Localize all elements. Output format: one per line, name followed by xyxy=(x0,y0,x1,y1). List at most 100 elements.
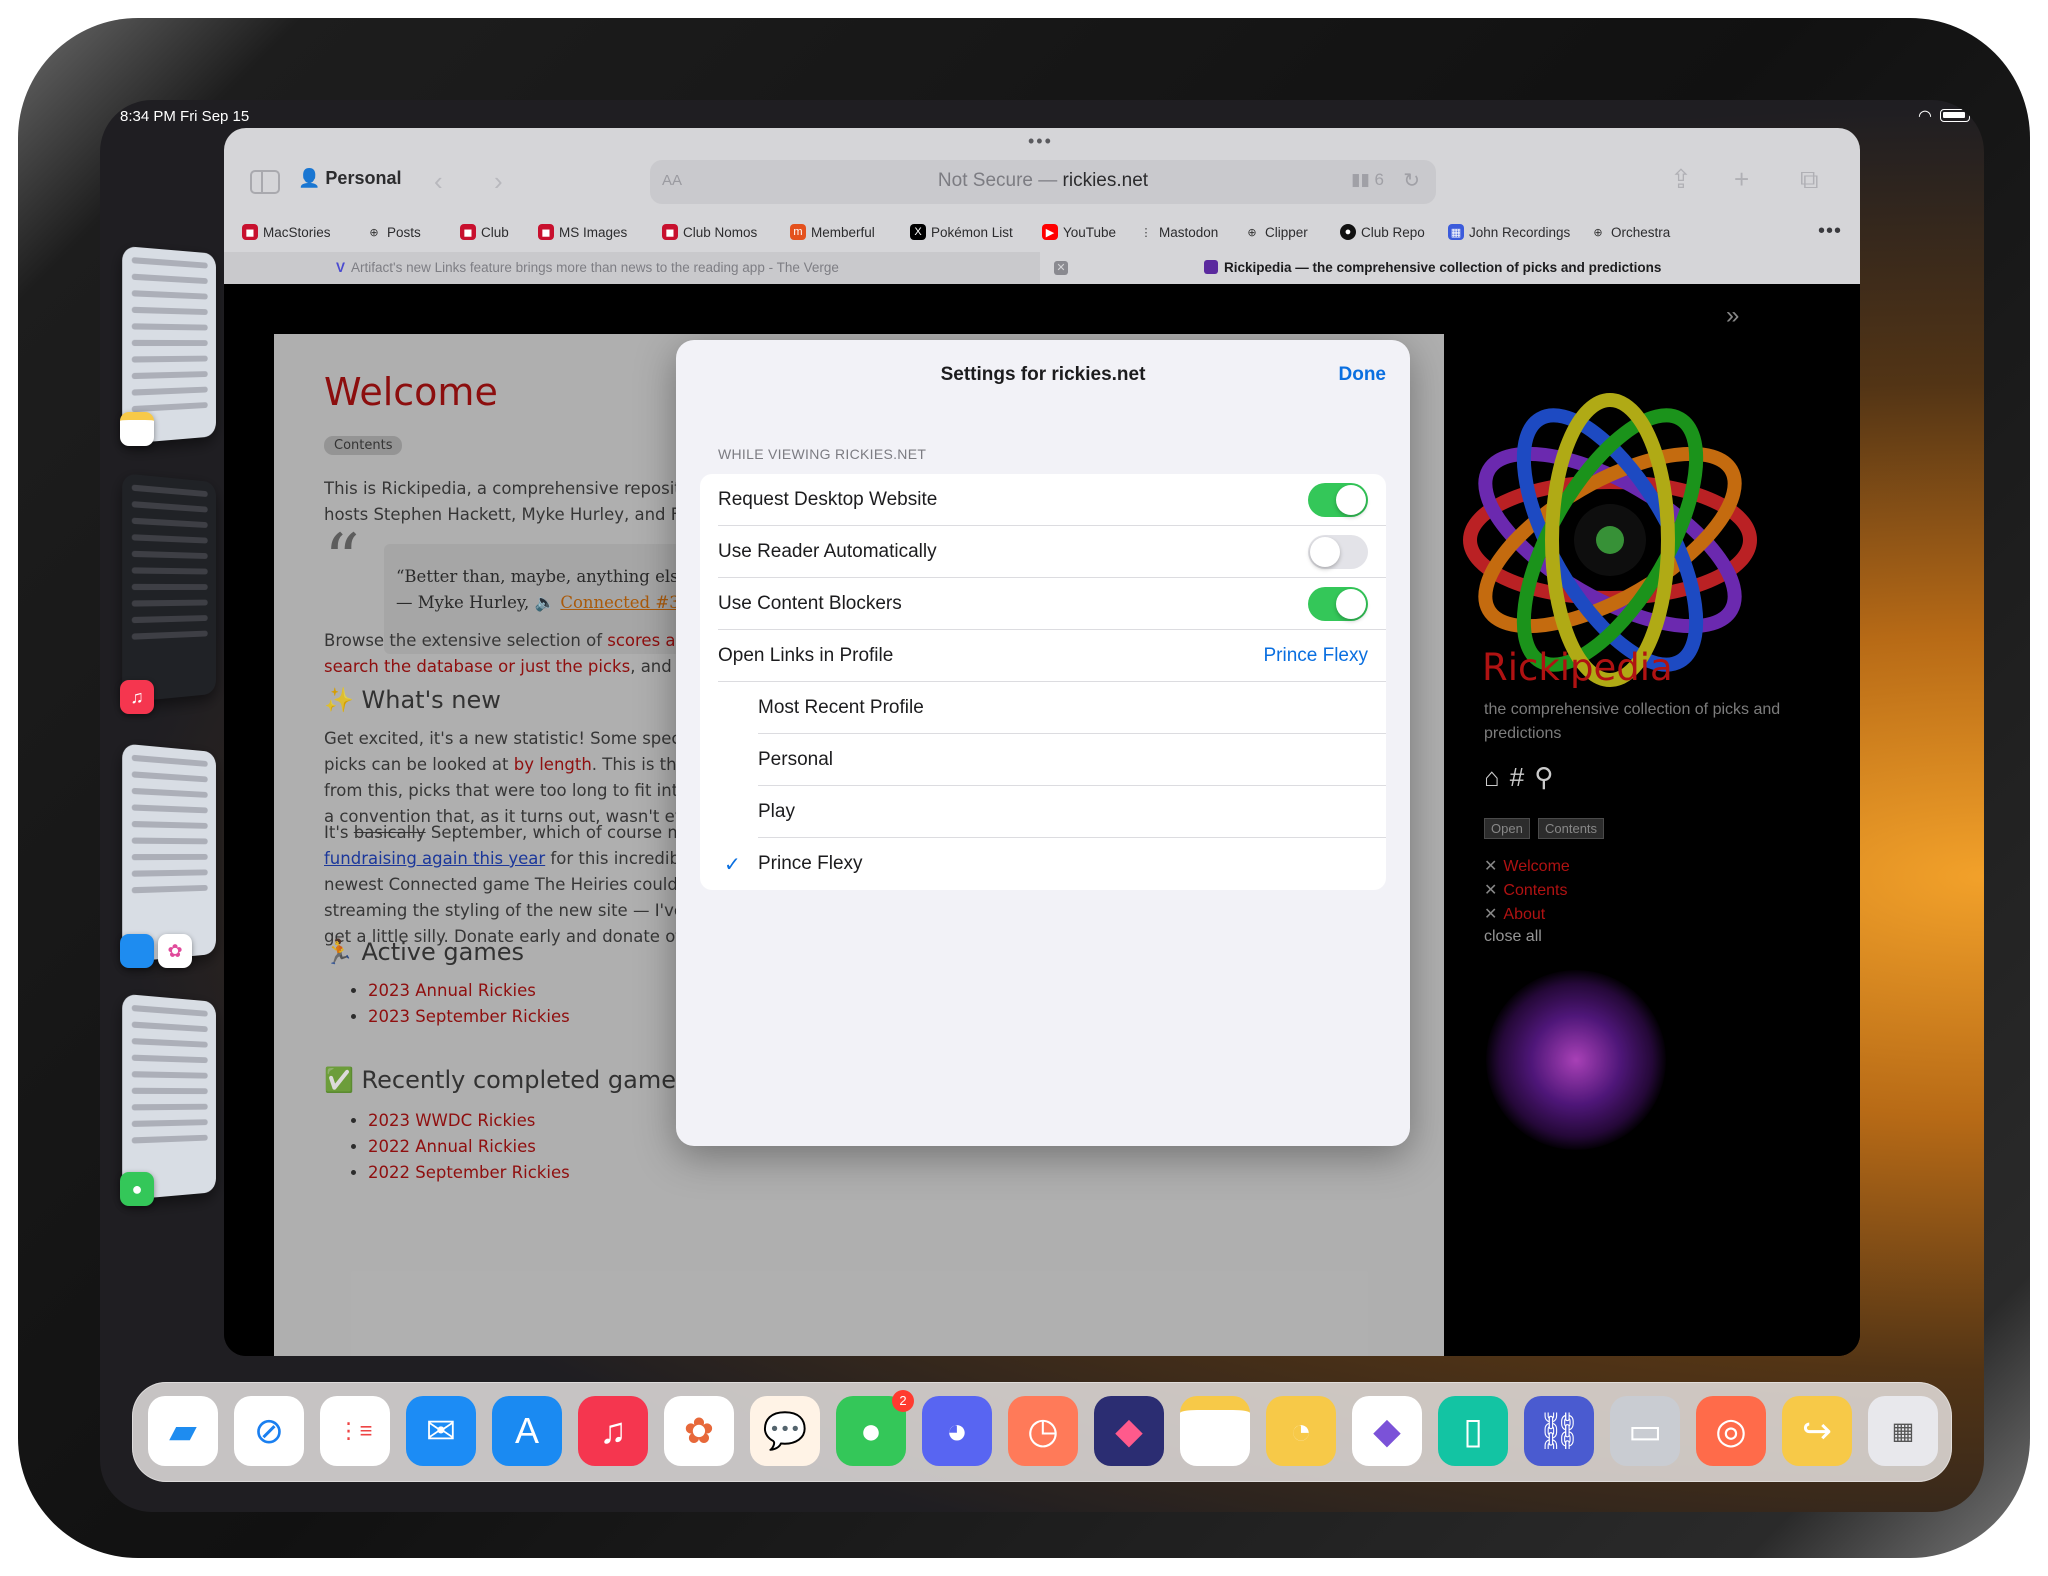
window-grabber[interactable]: ••• xyxy=(1028,132,1056,150)
favorite-ms-images[interactable]: ◼ MS Images xyxy=(538,224,627,240)
profile-button[interactable]: 👤 Personal xyxy=(298,168,401,189)
dock-mastodon-icon[interactable]: 💬 xyxy=(750,1396,820,1466)
row-open-links-profile[interactable]: Open Links in Profile Prince Flexy xyxy=(700,630,1386,682)
files-app-icon xyxy=(120,934,154,968)
dock-music-icon[interactable]: ♫ xyxy=(578,1396,648,1466)
dock-app-store-icon[interactable]: A xyxy=(492,1396,562,1466)
dock-notes-icon[interactable] xyxy=(1180,1396,1250,1466)
home-icon[interactable]: ⌂ xyxy=(1484,762,1510,792)
dock-display-icon[interactable]: ▭ xyxy=(1610,1396,1680,1466)
completed-games-heading: ✅ Recently completed games xyxy=(324,1066,689,1094)
favorite-youtube[interactable]: ▶ YouTube xyxy=(1042,224,1116,240)
list-item[interactable]: 2023 WWDC Rickies xyxy=(368,1108,570,1134)
dock-app-library-icon[interactable]: ▦ xyxy=(1868,1396,1938,1466)
chevron-right-icon[interactable]: » xyxy=(1726,302,1739,330)
profile-option-personal[interactable]: Personal xyxy=(700,734,1386,786)
dock-pushcut-icon[interactable]: ↪ xyxy=(1782,1396,1852,1466)
favorite-club-repo[interactable]: ● Club Repo xyxy=(1340,224,1425,240)
favorites-more-icon[interactable]: ••• xyxy=(1818,220,1842,243)
close-icon: ✕ xyxy=(1484,858,1498,875)
sidebar-title: Rickipedia xyxy=(1482,646,1673,689)
fundraising-link[interactable]: fundraising again this year xyxy=(324,849,545,868)
favorite-club[interactable]: ◼ Club xyxy=(460,224,509,240)
search-link[interactable]: search the database or just the picks xyxy=(324,657,630,676)
active-games-list: 2023 Annual Rickies 2023 September Ricki… xyxy=(368,978,570,1030)
row-reader-automatically[interactable]: Use Reader Automatically xyxy=(700,526,1386,578)
reader-automatically-toggle[interactable] xyxy=(1308,535,1368,569)
dock-reminders-icon[interactable]: ⋮≡ xyxy=(320,1396,390,1466)
forward-icon[interactable]: › xyxy=(494,166,503,197)
sidebar-link-about[interactable]: ✕ About xyxy=(1484,904,1545,924)
list-item[interactable]: 2022 September Rickies xyxy=(368,1160,570,1186)
profile-option-most-recent[interactable]: Most Recent Profile xyxy=(700,682,1386,734)
tab-rickipedia[interactable]: Rickipedia — the comprehensive collectio… xyxy=(1204,260,1661,275)
stage-window-files[interactable] xyxy=(122,743,216,963)
sidebar-toggle-icon[interactable] xyxy=(250,170,280,194)
favorite-john-recordings[interactable]: ▦ John Recordings xyxy=(1448,224,1570,240)
extensions-icon[interactable]: ▮▮ 6 xyxy=(1351,170,1384,190)
photos-app-icon: ✿ xyxy=(158,934,192,968)
list-item[interactable]: 2022 Annual Rickies xyxy=(368,1134,570,1160)
by-length-link[interactable]: by length xyxy=(514,755,592,774)
dock-timery-icon[interactable]: ◷ xyxy=(1008,1396,1078,1466)
list-item[interactable]: 2023 September Rickies xyxy=(368,1004,570,1030)
tab-the-verge[interactable]: V Artifact's new Links feature brings mor… xyxy=(224,252,1040,284)
favorite-posts[interactable]: ⊕ Posts xyxy=(366,224,420,240)
hashtag-icon[interactable]: # xyxy=(1510,762,1534,792)
battery-icon xyxy=(1940,109,1970,122)
favorite-macstories[interactable]: ◼ MacStories xyxy=(242,224,331,240)
dock-clock-icon[interactable]: ◔ xyxy=(1266,1396,1336,1466)
profile-label: Personal xyxy=(325,168,402,188)
profile-option-play[interactable]: Play xyxy=(700,786,1386,838)
browse-text: Browse the extensive selection of scores… xyxy=(324,628,684,680)
tab-overview-icon[interactable]: ⧉ xyxy=(1800,164,1819,196)
done-button[interactable]: Done xyxy=(1339,364,1387,386)
dock-discord-icon[interactable]: ◕ xyxy=(922,1396,992,1466)
dock-photos-icon[interactable]: ✿ xyxy=(664,1396,734,1466)
tab-close-icon[interactable]: ✕ xyxy=(1054,261,1068,275)
contents-chip[interactable]: Contents xyxy=(324,436,403,455)
sidebar-link-welcome[interactable]: ✕ Welcome xyxy=(1484,856,1570,876)
section-header: WHILE VIEWING RICKIES.NET xyxy=(718,446,927,462)
favorite-pokemon-list[interactable]: X Pokémon List xyxy=(910,224,1013,240)
dock-files-icon[interactable]: ▰ xyxy=(148,1396,218,1466)
stage-window-music[interactable] xyxy=(122,473,216,703)
dock-link-icon[interactable]: ⛓ xyxy=(1524,1396,1594,1466)
contents-button[interactable]: Contents xyxy=(1538,818,1605,839)
address-bar[interactable]: AA Not Secure — rickies.net ▮▮ 6 ↻ xyxy=(650,160,1436,204)
favorite-orchestra[interactable]: ⊕ Orchestra xyxy=(1590,224,1670,240)
reload-icon[interactable]: ↻ xyxy=(1403,168,1420,193)
favorite-clipper[interactable]: ⊕ Clipper xyxy=(1244,224,1307,240)
back-icon[interactable]: ‹ xyxy=(434,166,443,197)
share-icon[interactable]: ⇪ xyxy=(1670,164,1692,195)
rickipedia-favicon xyxy=(1204,260,1218,274)
new-tab-icon[interactable]: + xyxy=(1734,164,1749,195)
dock-obsidian-icon[interactable]: ◆ xyxy=(1352,1396,1422,1466)
dock-phone-mirror-icon[interactable]: ▯ xyxy=(1438,1396,1508,1466)
open-button[interactable]: Open xyxy=(1484,818,1530,839)
dock-shortcuts-icon[interactable]: ◆ xyxy=(1094,1396,1164,1466)
dock-podcasts-icon[interactable]: ◎ xyxy=(1696,1396,1766,1466)
row-request-desktop[interactable]: Request Desktop Website xyxy=(700,474,1386,526)
checkmark-icon: ✓ xyxy=(724,854,741,876)
search-icon[interactable]: ⚲ xyxy=(1534,762,1563,792)
scores-link[interactable]: scores and xyxy=(607,631,684,650)
favorite-club-nomos[interactable]: ◼ Club Nomos xyxy=(662,224,757,240)
row-content-blockers[interactable]: Use Content Blockers xyxy=(700,578,1386,630)
connected-link[interactable]: Connected #34 xyxy=(560,593,690,612)
content-blockers-toggle[interactable] xyxy=(1308,587,1368,621)
sidebar-link-contents[interactable]: ✕ Contents xyxy=(1484,880,1567,900)
favorite-mastodon[interactable]: ⋮ Mastodon xyxy=(1138,224,1219,240)
dock: ▰ ⊘ ⋮≡ ✉ A ♫ ✿ 💬 ● 2 ◕ ◷ ◆ ◔ ◆ ▯ ⛓ ▭ ◎ ↪… xyxy=(132,1382,1952,1482)
close-all-link[interactable]: close all xyxy=(1484,928,1542,946)
dock-safari-icon[interactable]: ⊘ xyxy=(234,1396,304,1466)
request-desktop-toggle[interactable] xyxy=(1308,483,1368,517)
profile-option-prince-flexy[interactable]: ✓ Prince Flexy xyxy=(700,838,1386,890)
tab-bar: V Artifact's new Links feature brings mor… xyxy=(224,252,1860,284)
open-links-profile-value: Prince Flexy xyxy=(1263,645,1368,666)
favorite-memberful[interactable]: m Memberful xyxy=(790,224,875,240)
messages-app-icon: ● xyxy=(120,1172,154,1206)
stage-window-messages[interactable] xyxy=(122,993,216,1201)
list-item[interactable]: 2023 Annual Rickies xyxy=(368,978,570,1004)
dock-mail-icon[interactable]: ✉ xyxy=(406,1396,476,1466)
